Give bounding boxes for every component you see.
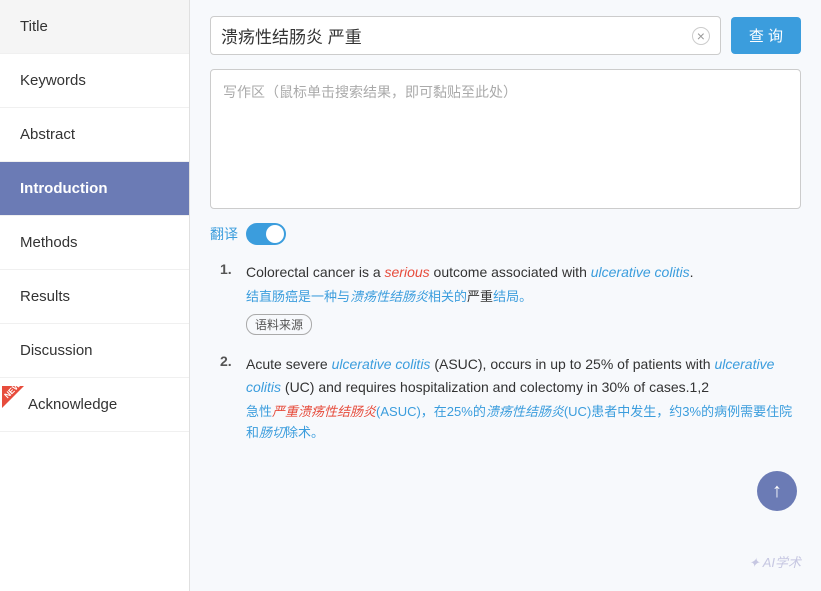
result-chinese: 急性严重溃疡性结肠炎(ASUC)，在25%的溃疡性结肠炎(UC)患者中发生，约3… (246, 402, 801, 444)
results-list: 1. Colorectal cancer is a serious outcom… (210, 261, 801, 450)
result-english: Colorectal cancer is a serious outcome a… (246, 261, 801, 283)
sidebar-item-label: Discussion (20, 342, 93, 359)
writing-area-placeholder: 写作区（鼠标单击搜索结果，即可黏贴至此处） (223, 84, 517, 100)
sidebar-item-introduction[interactable]: Introduction (0, 162, 189, 216)
cn-italic-colitis: 溃疡性结肠炎 (350, 289, 428, 304)
sidebar-item-label: Introduction (20, 180, 107, 197)
source-tag[interactable]: 语料来源 (246, 314, 312, 335)
search-query-text: 溃疡性结肠炎 严重 (221, 23, 692, 48)
sidebar-item-keywords[interactable]: Keywords (0, 54, 189, 108)
result-item: 2. Acute severe ulcerative colitis (ASUC… (210, 353, 801, 449)
result-number: 1. (220, 261, 238, 335)
sidebar-item-label: Keywords (20, 72, 86, 89)
italic-uc-3: ulcerative colitis (246, 356, 774, 394)
main-content: 溃疡性结肠炎 严重 × 查 询 写作区（鼠标单击搜索结果，即可黏贴至此处） 翻译… (190, 0, 821, 591)
result-english: Acute severe ulcerative colitis (ASUC), … (246, 353, 801, 398)
sidebar-item-label: Title (20, 18, 48, 35)
italic-uc-2: ulcerative colitis (332, 356, 431, 372)
sidebar: Title Keywords Abstract Introduction Met… (0, 0, 190, 591)
sidebar-item-title[interactable]: Title (0, 0, 189, 54)
result-chinese: 结直肠癌是一种与溃疡性结肠炎相关的严重结局。 (246, 287, 801, 308)
italic-serious: serious (385, 264, 430, 280)
watermark-text: ✦ AI学术 (749, 555, 801, 570)
scroll-top-icon: ↑ (772, 480, 782, 503)
search-button[interactable]: 查 询 (731, 17, 801, 54)
cn-severe: 严重 (467, 289, 493, 304)
translate-row: 翻译 (210, 223, 801, 245)
result-item: 1. Colorectal cancer is a serious outcom… (210, 261, 801, 335)
cn-italic-colitis-2: 溃疡性结肠炎 (486, 404, 564, 419)
sidebar-item-results[interactable]: Results (0, 270, 189, 324)
translate-label: 翻译 (210, 224, 238, 244)
italic-ulcerative-colitis-1: ulcerative colitis (591, 264, 690, 280)
sidebar-item-discussion[interactable]: Discussion (0, 324, 189, 378)
search-bar: 溃疡性结肠炎 严重 × 查 询 (210, 16, 801, 55)
translate-toggle[interactable] (246, 223, 286, 245)
search-input-wrap: 溃疡性结肠炎 严重 × (210, 16, 721, 55)
sidebar-item-acknowledge[interactable]: NEW Acknowledge (0, 378, 189, 432)
writing-area[interactable]: 写作区（鼠标单击搜索结果，即可黏贴至此处） (210, 69, 801, 209)
scroll-to-top-button[interactable]: ↑ (757, 471, 797, 511)
result-content[interactable]: Colorectal cancer is a serious outcome a… (246, 261, 801, 335)
cn-colectomy: 肠切 (259, 425, 285, 440)
sidebar-item-label: Abstract (20, 126, 75, 143)
cn-italic-severe-colitis: 严重溃疡性结肠炎 (272, 404, 376, 419)
sidebar-item-methods[interactable]: Methods (0, 216, 189, 270)
search-clear-button[interactable]: × (692, 27, 710, 45)
watermark: ✦ AI学术 (749, 552, 801, 571)
sidebar-item-label: Acknowledge (20, 396, 117, 413)
sidebar-item-abstract[interactable]: Abstract (0, 108, 189, 162)
sidebar-item-label: Results (20, 288, 70, 305)
result-content[interactable]: Acute severe ulcerative colitis (ASUC), … (246, 353, 801, 449)
result-number: 2. (220, 353, 238, 449)
sidebar-item-label: Methods (20, 234, 78, 251)
